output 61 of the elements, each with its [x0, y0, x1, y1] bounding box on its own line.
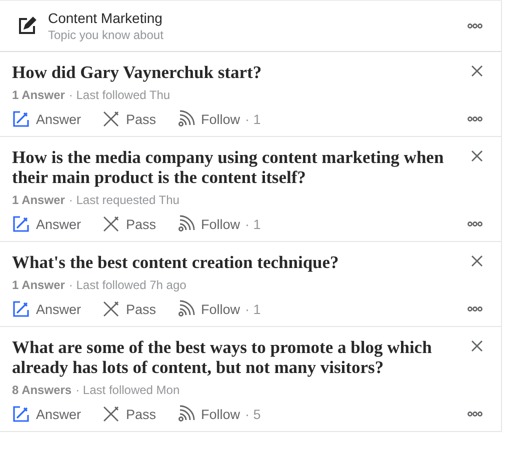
answer-count[interactable]: 1 Answer	[12, 278, 65, 292]
more-button[interactable]	[465, 409, 485, 419]
question-title[interactable]: How did Gary Vaynerchuk start?	[12, 62, 469, 82]
pencil-cross-icon	[102, 215, 120, 233]
question-title[interactable]: How is the media company using content marketing when their main product is the content itself?	[12, 147, 469, 187]
more-icon	[467, 306, 483, 312]
close-button[interactable]	[469, 63, 485, 79]
answer-button[interactable]: Answer	[12, 110, 82, 128]
close-icon	[471, 340, 483, 352]
close-icon	[471, 255, 483, 267]
activity-text: · Last followed 7h ago	[68, 278, 186, 292]
more-icon	[467, 221, 483, 227]
more-icon	[467, 116, 483, 122]
pass-button[interactable]: Pass	[102, 110, 156, 128]
more-button[interactable]	[465, 114, 485, 124]
question-title[interactable]: What are some of the best ways to promote a blog which already has lots of content, but not many visitors?	[12, 337, 469, 377]
follow-button[interactable]: Follow	[177, 215, 240, 233]
question-title[interactable]: What's the best content creation technique?	[12, 252, 469, 272]
follow-count: · 5	[245, 406, 261, 422]
close-button[interactable]	[469, 338, 485, 354]
answer-button[interactable]: Answer	[12, 300, 82, 318]
answer-count[interactable]: 8 Answers	[12, 383, 72, 397]
close-button[interactable]	[469, 253, 485, 269]
activity-text: · Last followed Mon	[76, 383, 180, 397]
answer-count[interactable]: 1 Answer	[12, 88, 65, 102]
feed-icon	[177, 300, 196, 318]
more-icon	[467, 23, 483, 29]
follow-count: · 1	[245, 302, 261, 316]
answer-button[interactable]: Answer	[12, 215, 82, 233]
follow-button[interactable]: Follow	[177, 110, 240, 128]
follow-count: · 1	[245, 112, 261, 126]
pencil-icon	[12, 110, 30, 128]
answer-button[interactable]: Answer	[12, 405, 82, 423]
more-button[interactable]	[465, 219, 485, 229]
activity-text: · Last followed Thu	[68, 88, 170, 102]
follow-button[interactable]: Follow	[177, 405, 240, 423]
pencil-icon	[12, 215, 30, 233]
pass-button[interactable]: Pass	[102, 215, 156, 233]
pass-button[interactable]: Pass	[102, 405, 156, 423]
feed-icon	[177, 110, 196, 128]
pass-button[interactable]: Pass	[102, 300, 156, 318]
more-button[interactable]	[465, 21, 485, 31]
close-button[interactable]	[469, 148, 485, 164]
more-button[interactable]	[465, 304, 485, 314]
pencil-cross-icon	[102, 110, 120, 128]
topic-subtitle: Topic you know about	[48, 27, 164, 43]
feed-icon	[177, 405, 196, 423]
follow-count: · 1	[245, 216, 261, 232]
topic-title: Content Marketing	[48, 9, 164, 27]
close-icon	[471, 150, 483, 162]
more-icon	[467, 411, 483, 417]
edit-icon	[16, 15, 38, 37]
answer-count[interactable]: 1 Answer	[12, 193, 65, 207]
close-icon	[471, 65, 483, 77]
pencil-cross-icon	[102, 405, 120, 423]
pencil-icon	[12, 300, 30, 318]
pencil-cross-icon	[102, 300, 120, 318]
pencil-icon	[12, 405, 30, 423]
follow-button[interactable]: Follow	[177, 300, 240, 318]
activity-text: · Last requested Thu	[68, 193, 180, 207]
feed-icon	[177, 215, 196, 233]
